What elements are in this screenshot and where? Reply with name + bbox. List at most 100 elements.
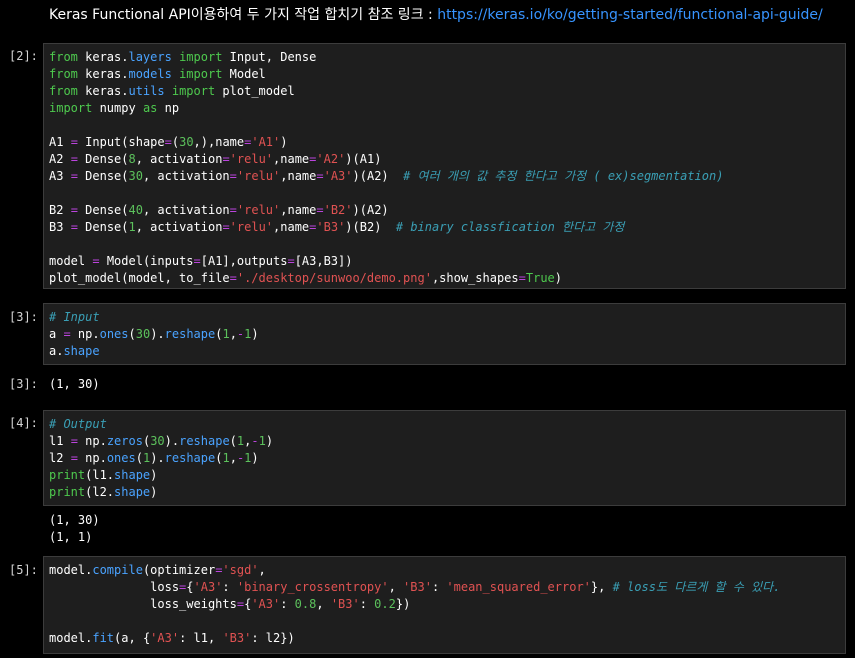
code-token: )	[265, 434, 274, 448]
code-token: import	[179, 50, 223, 64]
code-token: print	[49, 468, 86, 482]
code-token: True	[525, 271, 555, 285]
code-token: =	[518, 271, 526, 285]
code-editor[interactable]: # Output l1 = np.zeros(30).reshape(1,-1) l…	[49, 416, 845, 501]
code-editor[interactable]: from keras.layers import Input, Dense fro…	[49, 49, 845, 287]
code-token: )(B2)	[345, 220, 396, 234]
code-line: A3 = Dense(30, activation='relu',name='A…	[49, 168, 845, 185]
code-token: reshape	[179, 434, 230, 448]
code-token: 1	[222, 451, 230, 465]
code-token: (	[229, 434, 237, 448]
code-token: =	[164, 135, 172, 149]
reference-link[interactable]: https://keras.io/ko/getting-started/func…	[437, 7, 823, 23]
code-line: # Output	[49, 416, 845, 433]
code-token: ,	[316, 597, 331, 611]
code-token: =	[70, 203, 78, 217]
code-token: =	[70, 135, 78, 149]
code-line: A2 = Dense(8, activation='relu',name='A2…	[49, 151, 845, 168]
code-token: :	[359, 597, 375, 611]
code-token: B2	[49, 203, 71, 217]
code-token: 1	[222, 327, 230, 341]
cell-prompt-4: [4]:	[9, 416, 38, 430]
code-token: (optimizer	[142, 563, 216, 577]
code-line: from keras.layers import Input, Dense	[49, 49, 845, 66]
code-token: (l2.	[85, 485, 115, 499]
code-token: 'B3'	[403, 580, 432, 594]
code-token: model.	[49, 563, 93, 577]
code-token: as	[142, 101, 158, 115]
code-token: model.	[49, 631, 93, 645]
code-line: from keras.models import Model	[49, 66, 845, 83]
code-token: # Output	[49, 417, 107, 431]
code-token: =	[287, 254, 295, 268]
code-token: )	[280, 135, 288, 149]
code-token: ,name	[273, 152, 310, 166]
code-token: )	[251, 327, 259, 341]
code-token: layers	[128, 50, 172, 64]
code-token: np.	[70, 327, 100, 341]
code-token: ).	[150, 451, 165, 465]
code-token: 'B3'	[222, 631, 252, 645]
code-token: (l1.	[85, 468, 115, 482]
code-token: A1	[49, 135, 71, 149]
code-token: plot_model(model, to_file	[49, 271, 230, 285]
code-line: import numpy as np	[49, 100, 845, 117]
code-token: keras.	[77, 84, 129, 98]
code-token: utils	[128, 84, 165, 98]
code-token: , activation	[135, 152, 223, 166]
code-token: (	[135, 451, 143, 465]
code-token: =	[70, 152, 78, 166]
code-token: a.	[49, 344, 64, 358]
code-line: a.shape	[49, 343, 845, 360]
code-token: Dense(	[77, 203, 129, 217]
code-token: =	[229, 203, 237, 217]
code-token: =	[70, 451, 78, 465]
code-token: Dense(	[77, 152, 129, 166]
code-token: 'A3'	[150, 631, 180, 645]
code-token: 30	[150, 434, 165, 448]
code-token: (	[128, 327, 136, 341]
code-token: from	[49, 50, 78, 64]
code-cell-2[interactable]: from keras.layers import Input, Dense fro…	[43, 43, 846, 289]
code-token: a	[49, 327, 64, 341]
code-token: import	[179, 67, 223, 81]
code-editor[interactable]: # Input a = np.ones(30).reshape(1,-1) a.sh…	[49, 309, 845, 360]
code-token: ).	[164, 434, 180, 448]
code-token: =	[193, 254, 201, 268]
code-token: Input, Dense	[222, 50, 317, 64]
code-line: B2 = Dense(40, activation='relu',name='B…	[49, 202, 845, 219]
code-line: B3 = Dense(1, activation='relu',name='B3…	[49, 219, 845, 236]
code-token: A2	[49, 152, 71, 166]
code-token: 'binary_crossentropy'	[236, 580, 389, 594]
code-cell-4[interactable]: # Output l1 = np.zeros(30).reshape(1,-1) l…	[43, 410, 846, 506]
code-token: })	[395, 597, 411, 611]
code-token: 'relu'	[229, 152, 274, 166]
code-cell-5[interactable]: model.compile(optimizer='sgd', loss={'A3…	[43, 556, 846, 654]
code-token: :	[431, 580, 447, 594]
code-token: l1	[49, 434, 71, 448]
code-token: # 여러 개의 값 추정 한다고 가정 ( ex)segmentation)	[403, 169, 724, 183]
code-token: import	[171, 84, 216, 98]
code-token: },	[590, 580, 613, 594]
code-token: ,name	[273, 220, 310, 234]
code-token: reshape	[164, 327, 216, 341]
markdown-cell: Keras Functional API이용하여 두 가지 작업 합치기 참조 …	[49, 5, 823, 25]
code-token: # loss도 다르게 할 수 있다.	[612, 580, 781, 594]
code-token: 'A1'	[251, 135, 281, 149]
code-token: 'mean_squared_error'	[446, 580, 591, 594]
code-token: ,	[258, 563, 266, 577]
code-token: np	[157, 101, 180, 115]
code-token: )	[150, 485, 158, 499]
code-editor[interactable]: model.compile(optimizer='sgd', loss={'A3…	[49, 562, 845, 647]
code-token: './desktop/sunwoo/demo.png'	[236, 271, 432, 285]
code-token: fit	[92, 631, 115, 645]
code-token: l2	[49, 451, 71, 465]
code-token: 'B3'	[330, 597, 360, 611]
code-token: model	[49, 254, 93, 268]
code-token: A3	[49, 169, 71, 183]
code-cell-3[interactable]: # Input a = np.ones(30).reshape(1,-1) a.sh…	[43, 303, 846, 365]
code-token: shape	[114, 485, 151, 499]
code-token: ).	[150, 327, 165, 341]
code-token: reshape	[164, 451, 216, 465]
